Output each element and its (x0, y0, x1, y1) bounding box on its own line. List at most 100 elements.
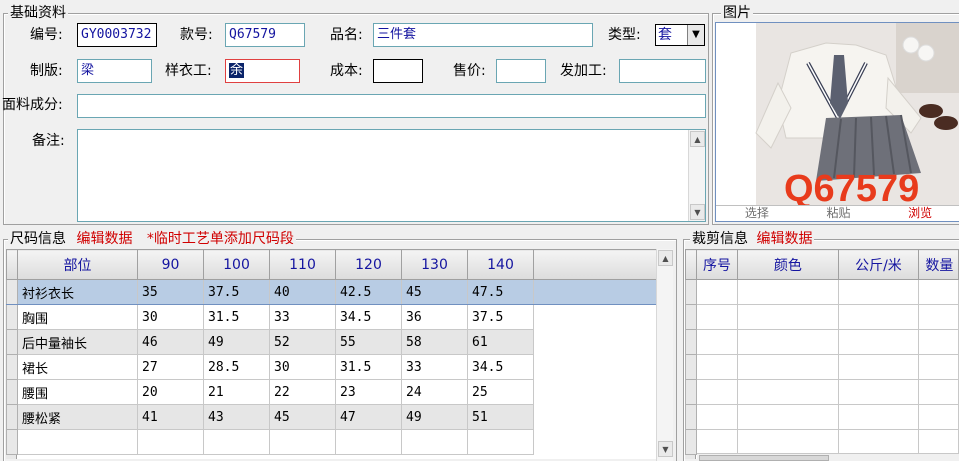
cell[interactable]: 42.5 (335, 279, 402, 305)
cell[interactable]: 衬衫衣长 (17, 279, 138, 305)
table-row-empty[interactable] (685, 304, 959, 330)
table-row-empty[interactable] (6, 429, 657, 455)
size-table[interactable]: 部位 90 100 110 120 130 140 衬衫衣长 35 37.5 4… (6, 249, 657, 455)
cell[interactable]: 35 (137, 279, 204, 305)
cell[interactable]: 21 (203, 379, 270, 405)
table-row[interactable]: 腰松紧 41 43 45 47 49 51 (6, 404, 657, 430)
select-image-link[interactable]: 选择 (716, 206, 798, 221)
table-row-empty[interactable] (685, 354, 959, 380)
column-header[interactable]: 颜色 (737, 249, 839, 280)
cell[interactable]: 28.5 (203, 354, 270, 380)
cell[interactable]: 27 (137, 354, 204, 380)
cell[interactable]: 37.5 (467, 304, 534, 330)
style-no-label: 款号: (180, 27, 213, 43)
cell[interactable]: 49 (401, 404, 468, 430)
cell[interactable]: 30 (269, 354, 336, 380)
cell[interactable]: 23 (335, 379, 402, 405)
browse-image-link[interactable]: 浏览 (879, 206, 959, 221)
column-header-empty (533, 249, 657, 280)
cell[interactable]: 46 (137, 329, 204, 355)
table-row[interactable]: 裙长 27 28.5 30 31.5 33 34.5 (6, 354, 657, 380)
cell[interactable]: 33 (269, 304, 336, 330)
type-select-value: 套 (658, 27, 672, 43)
remark-label: 备注: (32, 133, 65, 149)
table-row[interactable]: 胸围 30 31.5 33 34.5 36 37.5 (6, 304, 657, 330)
cell[interactable]: 34.5 (467, 354, 534, 380)
cell[interactable]: 24 (401, 379, 468, 405)
cell[interactable]: 腰围 (17, 379, 138, 405)
cell[interactable]: 45 (269, 404, 336, 430)
table-row[interactable]: 腰围 20 21 22 23 24 25 (6, 379, 657, 405)
column-header[interactable]: 序号 (695, 249, 739, 280)
cell[interactable]: 34.5 (335, 304, 402, 330)
column-header[interactable]: 100 (203, 249, 270, 280)
cell[interactable]: 30 (137, 304, 204, 330)
cell[interactable]: 52 (269, 329, 336, 355)
cost-field[interactable] (373, 59, 423, 83)
cell[interactable]: 31.5 (335, 354, 402, 380)
paste-image-link[interactable]: 粘贴 (798, 206, 880, 221)
chevron-down-icon[interactable]: ▼ (687, 25, 704, 45)
scroll-down-icon[interactable]: ▼ (690, 204, 705, 220)
size-table-scrollbar[interactable]: ▲ ▼ (656, 249, 673, 461)
cut-table-header: 序号 颜色 公斤/米 数量 (685, 249, 959, 280)
sample-worker-field[interactable]: 余 (225, 59, 300, 83)
pattern-field[interactable]: 梁 (77, 59, 152, 83)
cell[interactable]: 25 (467, 379, 534, 405)
process-field[interactable] (619, 59, 706, 83)
remark-scrollbar[interactable]: ▲ ▼ (688, 130, 705, 221)
size-edit-link[interactable]: 编辑数据 (76, 231, 132, 247)
cell[interactable]: 47.5 (467, 279, 534, 305)
price-field[interactable] (496, 59, 546, 83)
cell[interactable]: 22 (269, 379, 336, 405)
cell[interactable]: 47 (335, 404, 402, 430)
product-name-field[interactable]: 三件套 (373, 23, 593, 47)
table-row-empty[interactable] (685, 329, 959, 355)
scroll-up-icon[interactable]: ▲ (690, 131, 705, 147)
cell[interactable]: 43 (203, 404, 270, 430)
cell[interactable]: 腰松紧 (17, 404, 138, 430)
table-row[interactable]: 衬衫衣长 35 37.5 40 42.5 45 47.5 (6, 279, 657, 305)
cell[interactable]: 40 (269, 279, 336, 305)
cell[interactable]: 裙长 (17, 354, 138, 380)
scroll-down-icon[interactable]: ▼ (658, 441, 673, 457)
cell[interactable]: 36 (401, 304, 468, 330)
cell[interactable]: 51 (467, 404, 534, 430)
cell[interactable]: 45 (401, 279, 468, 305)
fabric-field[interactable] (77, 94, 706, 118)
cell[interactable]: 55 (335, 329, 402, 355)
hscroll-thumb[interactable] (699, 455, 829, 461)
column-header[interactable]: 部位 (17, 249, 138, 280)
cell[interactable]: 胸围 (17, 304, 138, 330)
cell[interactable]: 33 (401, 354, 468, 380)
code-field[interactable]: GY0003732 (77, 23, 157, 47)
product-image-box[interactable]: Q67579 选择 粘贴 浏览 (715, 22, 959, 222)
cell[interactable]: 41 (137, 404, 204, 430)
table-row-empty[interactable] (685, 379, 959, 405)
table-row-empty[interactable] (685, 404, 959, 430)
style-no-field[interactable]: Q67579 (225, 23, 305, 47)
cut-edit-link[interactable]: 编辑数据 (756, 231, 812, 247)
cell[interactable]: 61 (467, 329, 534, 355)
cell[interactable]: 49 (203, 329, 270, 355)
cut-table-hscrollbar[interactable] (697, 453, 959, 461)
cell[interactable]: 后中量袖长 (17, 329, 138, 355)
remark-textarea[interactable]: ▲ ▼ (77, 129, 706, 222)
column-header[interactable]: 公斤/米 (837, 249, 920, 280)
cell[interactable]: 37.5 (203, 279, 270, 305)
table-row-empty[interactable] (685, 429, 959, 455)
scroll-up-icon[interactable]: ▲ (658, 250, 673, 266)
cell[interactable]: 31.5 (203, 304, 270, 330)
cell[interactable]: 58 (401, 329, 468, 355)
column-header[interactable]: 120 (335, 249, 402, 280)
cut-table[interactable]: 序号 颜色 公斤/米 数量 (685, 249, 959, 455)
type-select[interactable]: 套 ▼ (655, 24, 705, 46)
column-header[interactable]: 130 (401, 249, 468, 280)
column-header[interactable]: 数量 (918, 249, 959, 280)
column-header[interactable]: 90 (137, 249, 204, 280)
column-header[interactable]: 110 (269, 249, 336, 280)
column-header[interactable]: 140 (467, 249, 534, 280)
cell[interactable]: 20 (137, 379, 204, 405)
table-row-empty[interactable] (685, 279, 959, 305)
table-row[interactable]: 后中量袖长 46 49 52 55 58 61 (6, 329, 657, 355)
